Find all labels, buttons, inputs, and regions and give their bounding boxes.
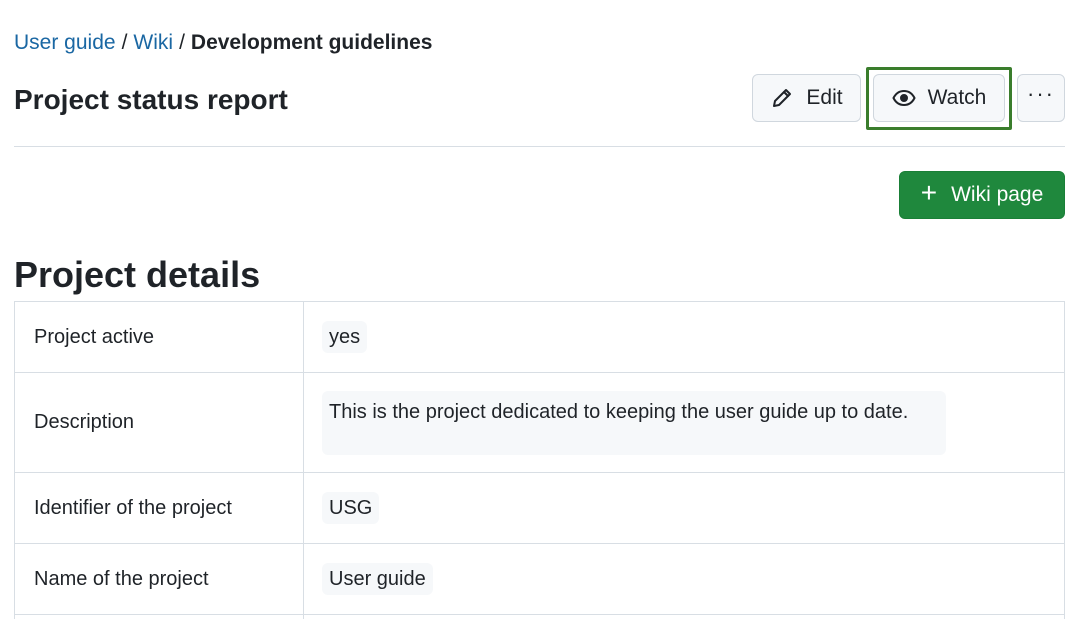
breadcrumb-separator: /	[179, 31, 185, 54]
new-wiki-page-button[interactable]: + Wiki page	[899, 171, 1065, 219]
row-value: User guide	[322, 563, 433, 595]
page-title: Project status report	[14, 84, 288, 115]
table-row: Project active yes	[14, 301, 1065, 373]
table-row: Name of the project User guide	[14, 543, 1065, 615]
breadcrumb-separator: /	[121, 31, 128, 54]
pencil-icon	[770, 86, 794, 110]
new-wiki-page-label: Wiki page	[951, 183, 1044, 206]
watch-button[interactable]: Watch	[873, 74, 1005, 122]
breadcrumb-link-user-guide[interactable]: User guide	[14, 31, 116, 54]
table-row: Identifier of the project USG	[14, 472, 1065, 544]
breadcrumb-link-wiki[interactable]: Wiki	[133, 31, 173, 54]
section-heading: Project details	[14, 254, 261, 295]
row-value: USG	[322, 492, 380, 524]
more-actions-button[interactable]: ···	[1017, 74, 1065, 122]
row-key: Project active	[14, 301, 304, 373]
breadcrumb: User guide / Wiki / Development guidelines	[14, 30, 432, 56]
project-details-table: Project active yes Description This is t…	[14, 301, 1065, 619]
row-key: Name of the project	[14, 543, 304, 615]
plus-icon: +	[920, 177, 938, 208]
header-divider	[14, 146, 1065, 147]
row-value: This is the project dedicated to keeping…	[322, 390, 946, 455]
row-value: yes	[322, 321, 368, 353]
row-key: Description	[14, 372, 304, 473]
table-row: Description This is the project dedicate…	[14, 372, 1065, 473]
table-row	[14, 614, 1065, 619]
breadcrumb-current: Development guidelines	[190, 31, 433, 54]
edit-button-label: Edit	[806, 86, 843, 109]
kebab-horizontal-icon: ···	[1027, 81, 1055, 106]
watch-button-label: Watch	[927, 86, 987, 109]
eye-icon	[892, 86, 916, 110]
wiki-page: User guide / Wiki / Development guidelines P…	[0, 0, 1075, 619]
row-key: Identifier of the project	[14, 472, 304, 544]
edit-button[interactable]: Edit	[752, 74, 861, 122]
